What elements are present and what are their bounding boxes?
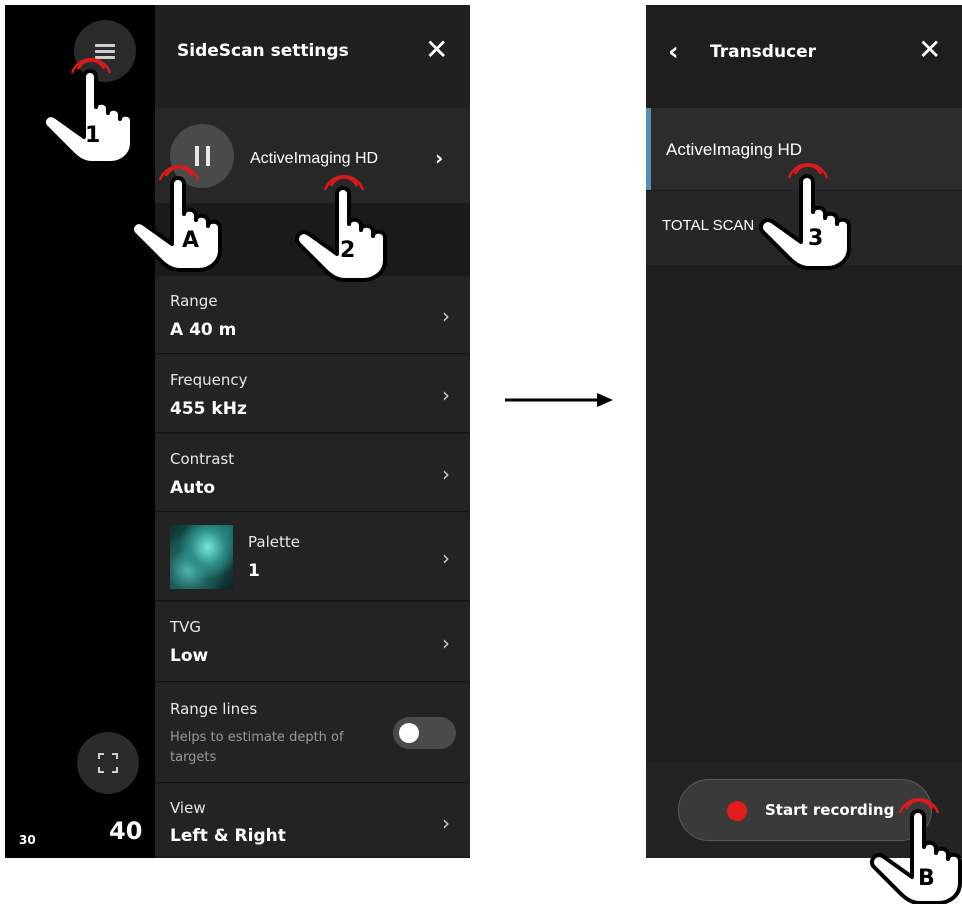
- setting-label: View: [170, 799, 206, 817]
- setting-frequency[interactable]: Frequency 455 kHz ›: [155, 355, 470, 433]
- chevron-right-icon: ›: [442, 811, 450, 835]
- setting-contrast[interactable]: Contrast Auto ›: [155, 434, 470, 512]
- chevron-right-icon: ›: [435, 146, 444, 170]
- record-dot-icon: [727, 801, 747, 821]
- setting-label: Range lines: [170, 700, 258, 718]
- setting-label: Palette: [248, 533, 300, 551]
- transducer-screen: ‹ Transducer ✕ ActiveImaging HD TOTAL SC…: [646, 5, 962, 858]
- range-lines-toggle[interactable]: [393, 717, 456, 749]
- close-icon[interactable]: ✕: [918, 36, 941, 64]
- chevron-right-icon: ›: [442, 383, 450, 407]
- step-label: 3: [808, 226, 824, 251]
- setting-label: Contrast: [170, 450, 235, 468]
- setting-value: Left & Right: [170, 826, 286, 846]
- chevron-right-icon: ›: [442, 631, 450, 655]
- setting-value: 455 kHz: [170, 399, 247, 419]
- step-label: A: [182, 228, 200, 253]
- chevron-right-icon: ›: [442, 462, 450, 486]
- tap-hand-icon: [868, 795, 962, 904]
- setting-label: Range: [170, 292, 218, 310]
- setting-value: Auto: [170, 478, 216, 498]
- setting-range-lines: Range lines Helps to estimate depth of t…: [155, 683, 470, 783]
- setting-label: Frequency: [170, 371, 248, 389]
- page-title: SideScan settings: [177, 41, 349, 61]
- setting-range[interactable]: Range A 40 m ›: [155, 276, 470, 354]
- setting-value: Low: [170, 646, 209, 666]
- setting-label: TVG: [170, 618, 202, 636]
- transition-arrow-icon: [505, 393, 613, 407]
- tap-hand-icon: [757, 160, 857, 270]
- transducer-header: ‹ Transducer ✕: [646, 5, 962, 105]
- tap-hand-icon: [128, 162, 228, 272]
- option-label: ActiveImaging HD: [666, 140, 803, 159]
- close-icon[interactable]: ✕: [425, 36, 448, 64]
- depth-scale-large: 40: [109, 817, 143, 845]
- settings-panel: SideScan settings ✕ ActiveImaging HD › S…: [155, 5, 470, 858]
- setting-value: A 40 m: [170, 320, 237, 340]
- option-label: TOTAL SCAN: [662, 217, 755, 234]
- tap-hand-icon: [293, 172, 393, 282]
- depth-scale-small: 30: [19, 833, 36, 847]
- setting-value: 1: [248, 561, 260, 581]
- chevron-left-icon[interactable]: ‹: [668, 37, 679, 67]
- expand-button[interactable]: [77, 732, 139, 794]
- toggle-knob: [399, 723, 419, 743]
- expand-icon: [98, 753, 118, 773]
- setting-description: Helps to estimate depth of targets: [170, 730, 344, 765]
- step-label: 2: [340, 238, 356, 263]
- chevron-right-icon: ›: [442, 304, 450, 328]
- chevron-right-icon: ›: [442, 546, 450, 570]
- settings-header: SideScan settings ✕: [155, 5, 470, 100]
- setting-tvg[interactable]: TVG Low ›: [155, 602, 470, 682]
- setting-view[interactable]: View Left & Right ›: [155, 784, 470, 858]
- step-label: 1: [85, 123, 101, 148]
- step-label: B: [918, 866, 935, 891]
- setting-palette[interactable]: Palette 1 ›: [155, 513, 470, 601]
- tap-hand-icon: [40, 55, 140, 165]
- page-title: Transducer: [710, 42, 817, 62]
- palette-thumbnail: [170, 525, 233, 589]
- transducer-name: ActiveImaging HD: [250, 150, 379, 167]
